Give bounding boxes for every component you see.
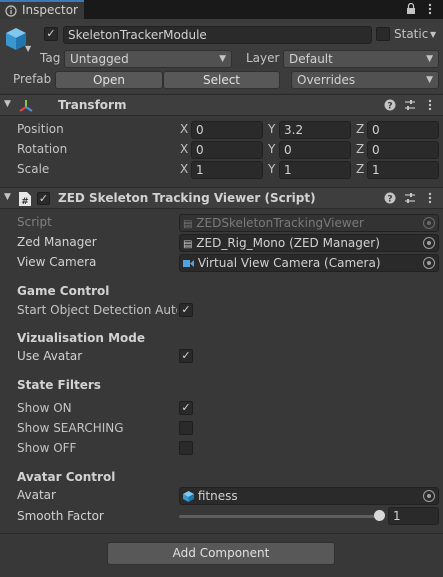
- use-avatar-checkbox[interactable]: ✓: [179, 349, 193, 363]
- presets-sliders-icon[interactable]: [404, 192, 416, 204]
- viz-mode-header: Vizualisation Mode: [17, 331, 146, 345]
- show-searching-label: Show SEARCHING: [17, 421, 124, 435]
- axis-x-label: X: [180, 122, 189, 136]
- tag-dropdown[interactable]: Untagged ▼: [64, 50, 232, 68]
- axis-y-label: Y: [268, 162, 276, 176]
- tab-bar: Inspector: [0, 0, 443, 19]
- scale-z-field[interactable]: 1: [367, 161, 439, 179]
- show-on-label: Show ON: [17, 401, 72, 415]
- axis-x-label: X: [180, 162, 189, 176]
- state-filters-header: State Filters: [17, 378, 101, 392]
- tag-label: Tag: [40, 51, 61, 65]
- rotation-label: Rotation: [17, 142, 68, 156]
- layer-label: Layer: [246, 51, 280, 65]
- show-searching-checkbox[interactable]: [179, 421, 193, 435]
- component-enabled-toggle[interactable]: ✓: [37, 192, 50, 205]
- object-picker-icon[interactable]: [423, 257, 435, 269]
- axis-z-label: Z: [356, 162, 365, 176]
- show-on-checkbox[interactable]: ✓: [179, 401, 193, 415]
- lock-icon[interactable]: [406, 3, 416, 15]
- csharp-script-icon: #: [19, 192, 31, 207]
- kebab-menu-icon[interactable]: [428, 99, 432, 111]
- view-camera-field[interactable]: Virtual View Camera (Camera): [179, 254, 439, 272]
- axis-x-label: X: [180, 142, 189, 156]
- transform-title: Transform: [58, 98, 127, 112]
- active-toggle[interactable]: ✓: [44, 27, 58, 41]
- object-picker-icon: [423, 217, 435, 229]
- axis-z-label: Z: [356, 122, 365, 136]
- kebab-menu-icon[interactable]: [428, 192, 432, 204]
- position-y-field[interactable]: 3.2: [279, 121, 351, 139]
- show-off-checkbox[interactable]: [179, 441, 193, 455]
- camera-icon: [183, 260, 194, 267]
- transform-header[interactable]: ▼ Transform ?: [0, 94, 443, 116]
- position-z-field[interactable]: 0: [367, 121, 439, 139]
- help-icon[interactable]: ?: [384, 99, 396, 111]
- zed-manager-label: Zed Manager: [17, 235, 97, 249]
- add-component-button[interactable]: Add Component: [107, 542, 335, 565]
- transform-icon: [19, 100, 33, 112]
- chevron-down-icon: ▼: [426, 75, 433, 85]
- prefab-select-button[interactable]: Select: [163, 71, 280, 89]
- svg-text:#: #: [21, 197, 29, 207]
- axis-y-label: Y: [268, 142, 276, 156]
- object-name-field[interactable]: SkeletonTrackerModule: [63, 26, 372, 44]
- scale-x-field[interactable]: 1: [191, 161, 263, 179]
- svg-text:?: ?: [387, 102, 392, 112]
- tab-label: Inspector: [22, 3, 78, 17]
- script-file-icon: ▤: [183, 219, 193, 230]
- layer-dropdown[interactable]: Default ▼: [283, 50, 439, 68]
- overrides-dropdown[interactable]: Overrides ▼: [291, 71, 439, 89]
- prefab-model-icon: [183, 491, 194, 502]
- static-dropdown-icon[interactable]: ▼: [430, 30, 436, 39]
- game-control-header: Game Control: [17, 284, 110, 298]
- script-component-header[interactable]: ▼ # ✓ ZED Skeleton Tracking Viewer (Scri…: [0, 187, 443, 209]
- smooth-factor-label: Smooth Factor: [17, 509, 104, 523]
- position-x-field[interactable]: 0: [191, 121, 263, 139]
- rotation-z-field[interactable]: 0: [367, 141, 439, 159]
- svg-text:?: ?: [387, 195, 392, 205]
- view-camera-label: View Camera: [17, 255, 97, 269]
- scale-label: Scale: [17, 162, 50, 176]
- icon-dropdown-icon[interactable]: ▼: [25, 44, 31, 53]
- rotation-y-field[interactable]: 0: [279, 141, 351, 159]
- zed-manager-field[interactable]: ▤ ZED_Rig_Mono (ZED Manager): [179, 234, 439, 252]
- prefab-open-button[interactable]: Open: [55, 71, 163, 89]
- position-label: Position: [17, 122, 64, 136]
- scale-y-field[interactable]: 1: [279, 161, 351, 179]
- start-detection-checkbox[interactable]: ✓: [179, 303, 193, 317]
- script-component-title: ZED Skeleton Tracking Viewer (Script): [58, 191, 316, 205]
- rotation-x-field[interactable]: 0: [191, 141, 263, 159]
- foldout-arrow-icon[interactable]: ▼: [4, 99, 11, 109]
- presets-sliders-icon[interactable]: [404, 99, 416, 111]
- start-detection-label: Start Object Detection Autom: [17, 303, 177, 317]
- show-off-label: Show OFF: [17, 441, 77, 455]
- axis-z-label: Z: [356, 142, 365, 156]
- avatar-control-header: Avatar Control: [17, 470, 116, 484]
- prefab-label: Prefab: [13, 72, 52, 86]
- script-file-icon: ▤: [183, 239, 193, 250]
- tab-inspector[interactable]: Inspector: [0, 0, 84, 19]
- object-picker-icon[interactable]: [423, 237, 435, 249]
- static-label: Static: [394, 27, 429, 41]
- static-toggle[interactable]: [376, 27, 390, 41]
- component-divider: [0, 533, 443, 534]
- chevron-down-icon: ▼: [219, 54, 226, 64]
- avatar-label: Avatar: [17, 488, 56, 502]
- script-label: Script: [17, 215, 52, 229]
- use-avatar-label: Use Avatar: [17, 349, 83, 363]
- foldout-arrow-icon[interactable]: ▼: [4, 192, 11, 202]
- help-icon[interactable]: ?: [384, 192, 396, 204]
- kebab-menu-icon[interactable]: [428, 3, 432, 15]
- smooth-factor-slider-thumb[interactable]: [373, 510, 385, 521]
- axis-y-label: Y: [268, 122, 276, 136]
- object-picker-icon[interactable]: [423, 490, 435, 502]
- avatar-field[interactable]: fitness: [179, 487, 439, 505]
- info-icon: [5, 5, 17, 17]
- object-header: ▼ ✓ SkeletonTrackerModule Static ▼ Tag U…: [0, 19, 443, 93]
- script-reference-field: ▤ ZEDSkeletonTrackingViewer: [179, 214, 439, 232]
- smooth-factor-slider-track[interactable]: [179, 515, 379, 518]
- smooth-factor-field[interactable]: 1: [388, 507, 439, 525]
- chevron-down-icon: ▼: [426, 54, 433, 64]
